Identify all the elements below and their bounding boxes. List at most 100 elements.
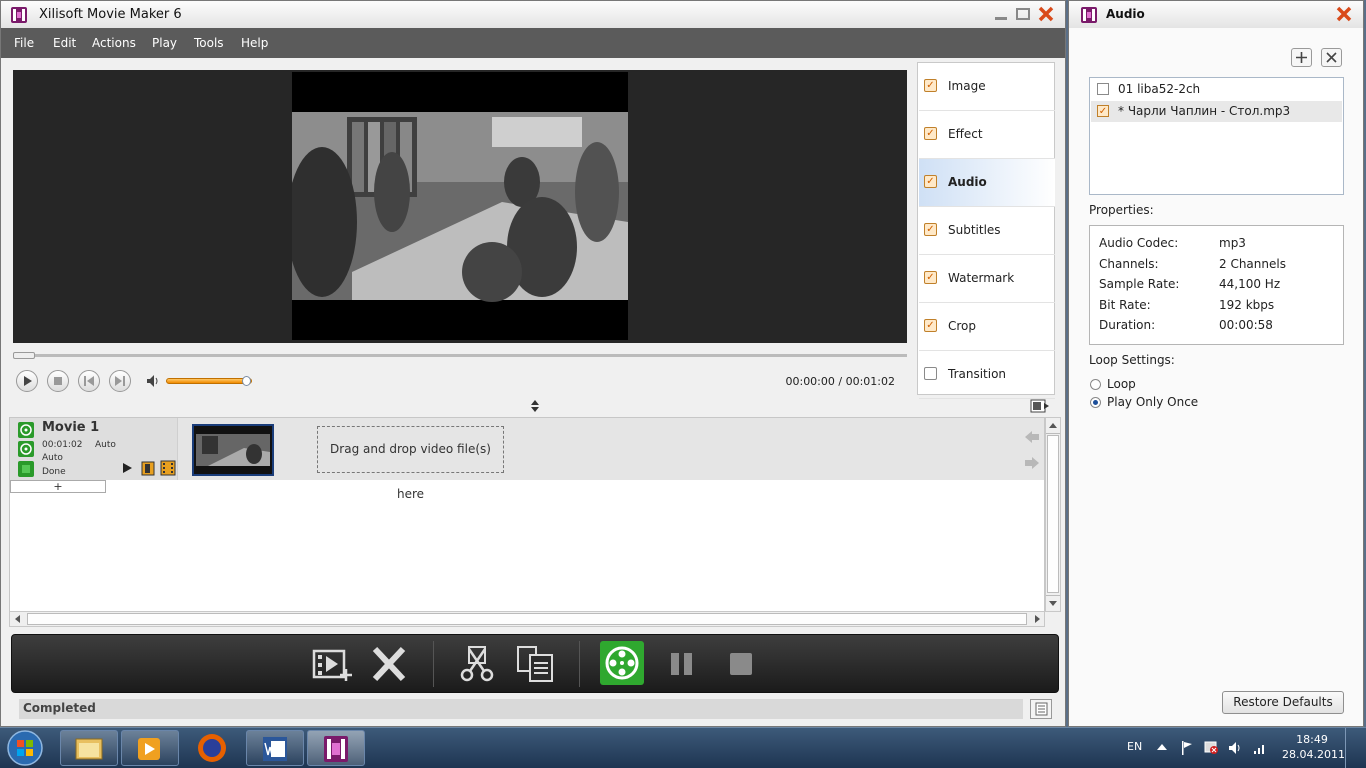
stop-encoding-button[interactable] <box>719 643 763 685</box>
tab-checkbox[interactable]: ✓ <box>924 319 937 332</box>
menu-file[interactable]: File <box>14 28 34 58</box>
taskbar-firefox[interactable] <box>183 730 241 766</box>
audio-titlebar[interactable]: Audio <box>1069 1 1363 28</box>
audio-close-icon[interactable] <box>1335 5 1353 23</box>
maximize-icon[interactable] <box>1015 7 1031 21</box>
prop-key: Bit Rate: <box>1099 298 1151 312</box>
start-button[interactable] <box>5 729 45 767</box>
taskbar-word[interactable] <box>246 730 304 766</box>
tab-image[interactable]: ✓ Image <box>919 63 1055 111</box>
tab-checkbox[interactable] <box>924 367 937 380</box>
pause-button[interactable] <box>660 643 704 685</box>
movie-row[interactable]: Movie 1 00:01:02 Auto Auto Done Drag and… <box>10 418 1044 501</box>
network-warning-icon[interactable] <box>1203 739 1219 755</box>
audio-file-checkbox[interactable]: ✓ <box>1097 105 1109 117</box>
play-once-radio[interactable] <box>1090 397 1101 408</box>
clip-scissors-button[interactable] <box>455 643 499 685</box>
prop-key: Sample Rate: <box>1099 277 1180 291</box>
splitter-handle-icon[interactable] <box>530 399 540 413</box>
stop-button[interactable] <box>47 370 69 392</box>
previous-button[interactable] <box>78 370 100 392</box>
next-button[interactable] <box>109 370 131 392</box>
tab-subtitles[interactable]: ✓ Subtitles <box>919 207 1055 255</box>
scroll-right-icon[interactable] <box>1030 612 1046 626</box>
tab-watermark[interactable]: ✓ Watermark <box>919 255 1055 303</box>
add-movie-button[interactable]: + <box>10 480 106 493</box>
drop-zone[interactable]: Drag and drop video file(s) here <box>317 426 504 501</box>
scroll-left-icon[interactable] <box>10 612 26 626</box>
remove-button[interactable] <box>367 643 411 685</box>
encode-button[interactable] <box>600 641 644 685</box>
main-titlebar[interactable]: Xilisoft Movie Maker 6 <box>1 1 1065 28</box>
tab-checkbox[interactable]: ✓ <box>924 271 937 284</box>
loop-radio[interactable] <box>1090 379 1101 390</box>
restore-defaults-button[interactable]: Restore Defaults <box>1222 691 1344 714</box>
tab-transition[interactable]: Transition <box>919 351 1055 399</box>
menu-actions[interactable]: Actions <box>92 28 136 58</box>
audio-file-checkbox[interactable] <box>1097 83 1109 95</box>
log-icon[interactable] <box>1030 699 1052 719</box>
toolbar-separator <box>433 641 434 687</box>
movie-status: Done <box>42 467 66 477</box>
toolbar-separator-2 <box>579 641 580 687</box>
tray-expand-icon[interactable] <box>1156 742 1168 752</box>
prop-key: Duration: <box>1099 318 1156 332</box>
language-indicator[interactable]: EN <box>1127 740 1142 753</box>
volume-slider[interactable] <box>166 376 252 386</box>
menu-help[interactable]: Help <box>241 28 268 58</box>
tab-checkbox[interactable]: ✓ <box>924 223 937 236</box>
clip-thumbnail[interactable] <box>192 424 274 476</box>
menu-play[interactable]: Play <box>152 28 177 58</box>
signal-icon[interactable] <box>1252 740 1268 756</box>
scroll-left-arrow-icon[interactable] <box>1024 430 1040 444</box>
play-button[interactable] <box>16 370 38 392</box>
horizontal-scrollbar[interactable] <box>9 611 1045 627</box>
play-once-option[interactable]: Play Only Once <box>1089 395 1239 413</box>
movie-play-icon[interactable] <box>121 462 133 474</box>
speaker-icon[interactable] <box>145 373 161 389</box>
vertical-scrollbar[interactable] <box>1045 417 1061 612</box>
layout-toggle-icon[interactable] <box>1030 398 1050 414</box>
folder-icon[interactable] <box>141 460 155 476</box>
action-center-flag-icon[interactable] <box>1180 740 1194 756</box>
tab-checkbox[interactable]: ✓ <box>924 127 937 140</box>
menu-tools[interactable]: Tools <box>194 28 224 58</box>
tab-checkbox[interactable]: ✓ <box>924 175 937 188</box>
seek-bar[interactable] <box>13 352 907 359</box>
scroll-up-icon[interactable] <box>1046 418 1060 434</box>
tab-crop[interactable]: ✓ Crop <box>919 303 1055 351</box>
menu-edit[interactable]: Edit <box>53 28 76 58</box>
status-bar: Completed <box>19 699 1023 719</box>
scroll-right-arrow-icon[interactable] <box>1024 456 1040 470</box>
status-text: Completed <box>23 701 96 715</box>
tab-label: Transition <box>948 367 1007 381</box>
tab-effect[interactable]: ✓ Effect <box>919 111 1055 159</box>
minimize-icon[interactable] <box>993 7 1009 21</box>
taskbar-movie-maker[interactable] <box>307 730 365 766</box>
audio-file-item[interactable]: ✓ * Чарли Чаплин - Стол.mp3 <box>1091 101 1342 122</box>
scroll-down-icon[interactable] <box>1046 595 1060 611</box>
filmstrip-icon[interactable] <box>160 460 176 476</box>
movie-duration: 00:01:02 <box>42 440 83 450</box>
system-clock[interactable]: 18:49 28.04.2011 <box>1282 732 1345 762</box>
show-desktop-button[interactable] <box>1345 728 1366 768</box>
movie-info[interactable]: Movie 1 00:01:02 Auto Auto Done <box>10 418 178 480</box>
volume-handle[interactable] <box>241 376 251 386</box>
remove-audio-button[interactable] <box>1321 48 1342 67</box>
check-mark-icon: ✓ <box>926 80 935 91</box>
horizontal-scroll-thumb[interactable] <box>27 613 1027 625</box>
vertical-scroll-thumb[interactable] <box>1047 435 1059 593</box>
close-icon[interactable] <box>1037 5 1055 23</box>
volume-icon[interactable] <box>1227 740 1243 756</box>
audio-file-item[interactable]: 01 liba52-2ch <box>1091 79 1342 100</box>
loop-option[interactable]: Loop <box>1089 377 1209 395</box>
loop-settings-label: Loop Settings: <box>1089 353 1175 367</box>
seek-handle[interactable] <box>13 352 35 359</box>
tab-checkbox[interactable]: ✓ <box>924 79 937 92</box>
tab-audio[interactable]: ✓ Audio <box>919 159 1055 207</box>
split-button[interactable] <box>514 643 558 685</box>
taskbar-explorer[interactable] <box>60 730 118 766</box>
add-video-button[interactable] <box>310 643 354 685</box>
taskbar-media-player[interactable] <box>121 730 179 766</box>
add-audio-button[interactable] <box>1291 48 1312 67</box>
